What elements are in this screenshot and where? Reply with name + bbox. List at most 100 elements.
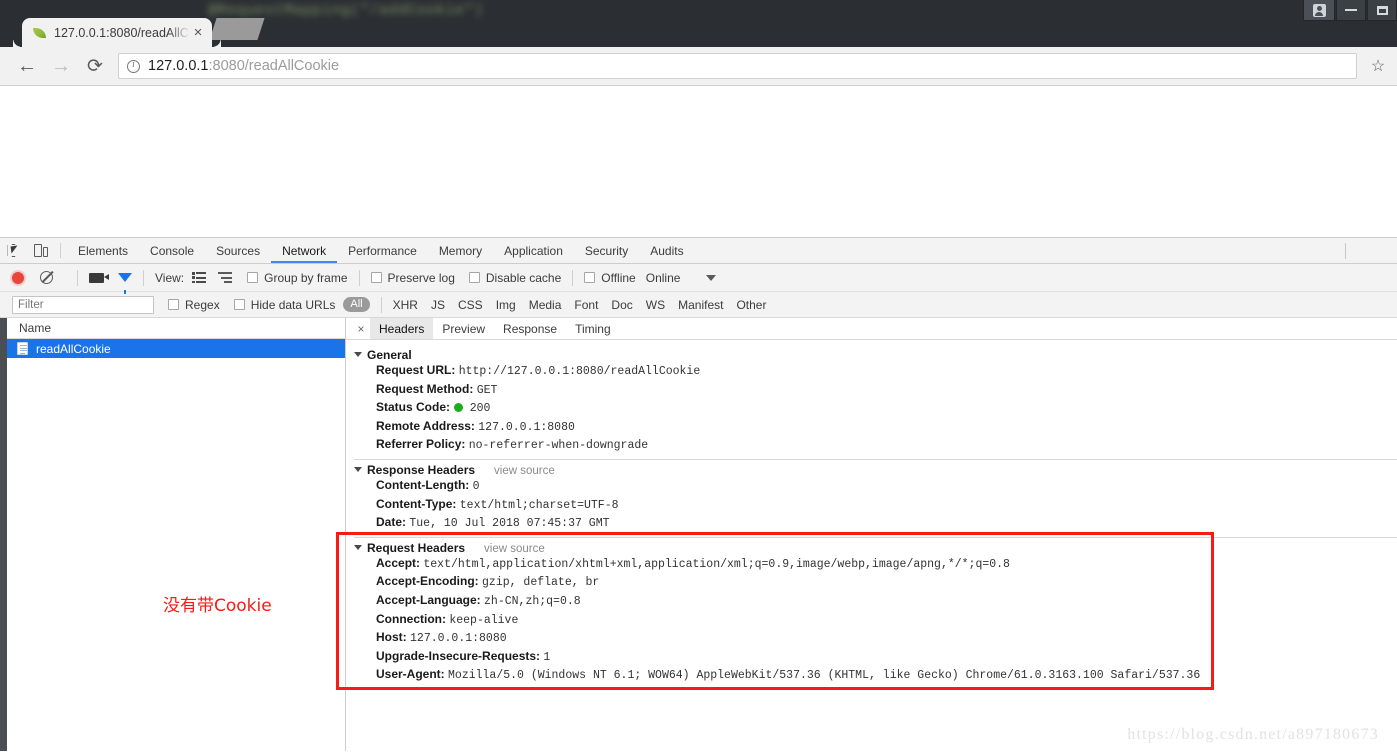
checkbox-box	[468, 272, 480, 283]
annotation-text: 没有带Cookie	[163, 596, 272, 616]
toggle-device-toolbar-button[interactable]	[27, 238, 54, 263]
section-divider	[354, 458, 1397, 460]
tab-preview[interactable]: Preview	[433, 318, 494, 339]
tab-sources[interactable]: Sources	[205, 238, 271, 263]
leaf-icon	[32, 25, 47, 40]
header-row: Host: 127.0.0.1:8080	[346, 629, 1397, 648]
capture-screenshots-icon[interactable]	[89, 272, 109, 283]
view-list-icon[interactable]	[192, 272, 207, 284]
inspect-element-button[interactable]	[0, 238, 27, 263]
group-by-frame-checkbox[interactable]: Group by frame	[247, 271, 348, 285]
filter-type-js[interactable]: JS	[431, 298, 445, 312]
divider	[358, 269, 360, 286]
header-value: text/html,application/xhtml+xml,applicat…	[423, 557, 1010, 571]
header-value: GET	[476, 383, 498, 397]
tab-memory[interactable]: Memory	[428, 238, 493, 263]
filter-type-font[interactable]: Font	[574, 298, 598, 312]
browser-window: @RequestMapping("/addCookie") 127.0.0.1:…	[0, 0, 1397, 752]
tab-network[interactable]: Network	[271, 238, 337, 263]
close-icon[interactable]: ×	[352, 318, 370, 339]
online-throttle-label[interactable]: Online	[646, 271, 681, 285]
tab-security[interactable]: Security	[574, 238, 639, 263]
filter-type-media[interactable]: Media	[529, 298, 562, 312]
page-info-icon[interactable]	[127, 59, 140, 73]
header-key: Host:	[376, 630, 407, 645]
back-icon[interactable]: ←	[10, 49, 44, 83]
header-value: 127.0.0.1:8080	[410, 632, 507, 646]
maximize-button[interactable]	[1367, 0, 1397, 21]
view-source-link[interactable]: view source	[494, 465, 555, 477]
filter-type-all[interactable]: All	[343, 297, 370, 312]
tabbar-end-divider	[1341, 238, 1397, 263]
tab-response[interactable]: Response	[494, 318, 566, 339]
header-key: Request URL:	[376, 363, 456, 377]
header-key: Accept-Language:	[376, 592, 481, 607]
bookmark-star-icon[interactable]: ☆	[1365, 56, 1391, 76]
address-bar[interactable]: 127.0.0.1:8080/readAllCookie	[118, 53, 1357, 79]
hide-data-urls-checkbox[interactable]: Hide data URLs	[233, 298, 335, 312]
header-value: no-referrer-when-downgrade	[468, 439, 649, 453]
header-key: Remote Address:	[376, 418, 475, 433]
filter-type-xhr[interactable]: XHR	[393, 298, 418, 312]
offline-checkbox[interactable]: Offline	[584, 271, 636, 285]
page-viewport	[0, 86, 1397, 237]
status-ok-icon	[454, 403, 464, 413]
tab-elements[interactable]: Elements	[67, 238, 139, 263]
minimize-button[interactable]	[1336, 0, 1366, 21]
divider	[380, 296, 382, 313]
regex-checkbox[interactable]: Regex	[168, 298, 220, 312]
tab-audits[interactable]: Audits	[639, 238, 694, 263]
user-profile-button[interactable]	[1303, 0, 1335, 21]
tab-performance[interactable]: Performance	[337, 238, 428, 263]
filter-input[interactable]	[12, 295, 154, 314]
request-headers-section-title[interactable]: Request Headers view source	[346, 541, 1397, 555]
request-detail-pane: × Headers Preview Response Timing Genera…	[346, 318, 1397, 751]
browser-tab[interactable]: 127.0.0.1:8080/readAllC ×	[22, 18, 221, 47]
filter-type-css[interactable]: CSS	[458, 298, 483, 312]
checkbox-box	[370, 272, 382, 283]
record-button[interactable]	[12, 271, 24, 284]
browser-toolbar: ← → ⟳ 127.0.0.1:8080/readAllCookie ☆	[0, 47, 1397, 86]
tab-timing[interactable]: Timing	[566, 318, 620, 339]
header-row: Content-Length: 0	[346, 477, 1397, 496]
device-toolbar-icon	[33, 244, 48, 257]
filter-icon[interactable]	[118, 273, 132, 294]
filter-type-img[interactable]: Img	[496, 298, 516, 312]
tab-console[interactable]: Console	[139, 238, 205, 263]
header-value: http://127.0.0.1:8080/readAllCookie	[458, 365, 701, 378]
header-row: Accept: text/html,application/xhtml+xml,…	[346, 555, 1397, 574]
forward-icon[interactable]: →	[44, 49, 78, 83]
url-host: 127.0.0.1	[148, 58, 209, 74]
disable-cache-checkbox[interactable]: Disable cache	[468, 271, 561, 285]
header-value: 127.0.0.1:8080	[478, 420, 575, 434]
minimize-icon	[1345, 9, 1357, 11]
header-key: Upgrade-Insecure-Requests:	[376, 648, 541, 663]
window-titlebar: @RequestMapping("/addCookie") 127.0.0.1:…	[0, 0, 1397, 47]
header-row: Status Code: 200	[346, 399, 1397, 418]
clear-icon[interactable]	[40, 271, 53, 284]
filter-type-manifest[interactable]: Manifest	[678, 298, 723, 312]
preserve-log-checkbox[interactable]: Preserve log	[370, 271, 455, 285]
chevron-down-icon[interactable]	[706, 274, 717, 281]
address-bar-url: 127.0.0.1:8080/readAllCookie	[148, 58, 339, 74]
filter-type-ws[interactable]: WS	[646, 298, 665, 312]
tab-application[interactable]: Application	[493, 238, 574, 263]
general-section-title[interactable]: General	[346, 348, 1397, 362]
table-row[interactable]: readAllCookie	[7, 339, 345, 358]
divider	[143, 269, 144, 286]
header-value: gzip, deflate, br	[482, 576, 600, 590]
tab-close-icon[interactable]: ×	[190, 25, 206, 40]
filter-type-doc[interactable]: Doc	[611, 298, 632, 312]
header-row: Referrer Policy: no-referrer-when-downgr…	[346, 436, 1397, 455]
tab-headers[interactable]: Headers	[370, 318, 434, 339]
header-row: Request URL: http://127.0.0.1:8080/readA…	[346, 362, 1397, 381]
view-waterfall-icon[interactable]	[218, 272, 233, 283]
filter-type-other[interactable]: Other	[736, 298, 766, 312]
view-source-link[interactable]: view source	[484, 543, 545, 555]
divider	[572, 269, 574, 286]
reload-icon[interactable]: ⟳	[78, 49, 112, 83]
watermark: https://blog.csdn.net/a897180673	[1127, 726, 1379, 743]
checkbox-box	[584, 272, 596, 283]
response-headers-section-title[interactable]: Response Headers view source	[346, 463, 1397, 477]
tab-title: 127.0.0.1:8080/readAllC	[54, 25, 189, 40]
